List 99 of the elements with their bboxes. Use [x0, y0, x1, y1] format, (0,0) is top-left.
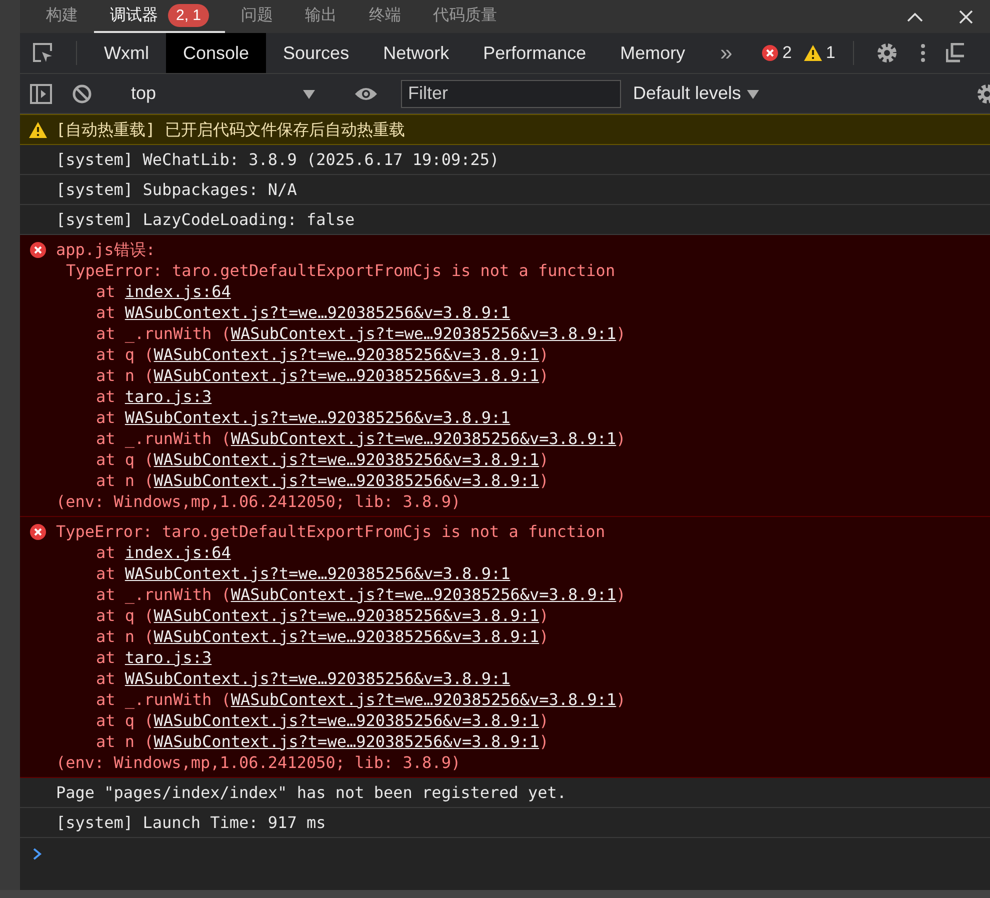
warning-icon [29, 122, 47, 138]
stack-frame-text: ) [616, 689, 626, 710]
chevron-up-icon [906, 10, 924, 22]
kebab-icon [920, 43, 926, 63]
levels-dropdown[interactable]: Default levels [621, 83, 772, 104]
close-icon [958, 8, 974, 24]
console-message: [system] LazyCodeLoading: false [56, 209, 355, 230]
gear-icon [876, 42, 898, 64]
stack-frame-text: ) [539, 710, 549, 731]
context-select[interactable]: top [123, 83, 323, 104]
stack-frame-text: at [96, 668, 116, 689]
gear-icon [976, 82, 990, 104]
stack-frame-text: at [96, 386, 116, 407]
panel-tab[interactable]: 终端 [353, 0, 418, 33]
console-message: TypeError: taro.getDefaultExportFromCjs is not a function [65, 260, 616, 281]
prompt-chevron-icon [32, 847, 42, 861]
stack-frame-text: ) [539, 731, 549, 752]
devtools-tab[interactable]: Sources [266, 33, 366, 73]
stack-frame-text: at q ( [96, 605, 154, 626]
console-message: app.js错误: [56, 239, 156, 260]
source-link[interactable]: WASubContext.js?t=we…920385256&v=3.8.9:1 [230, 689, 616, 710]
stack-frame-text: at _.runWith ( [96, 584, 231, 605]
source-link[interactable]: WASubContext.js?t=we…920385256&v=3.8.9:1 [154, 605, 540, 626]
panel-tab[interactable]: 代码质量 [417, 0, 514, 33]
console-message: [自动热重载] 已开启代码文件保存后自动热重载 [56, 119, 405, 140]
stack-frame-text: ) [616, 428, 626, 449]
console-message: [system] Launch Time: 917 ms [56, 812, 326, 833]
windows-icon [946, 43, 964, 63]
eye-icon [354, 86, 378, 102]
stack-frame-text: at [96, 563, 116, 584]
source-link[interactable]: taro.js:3 [124, 647, 212, 668]
source-link[interactable]: WASubContext.js?t=we…920385256&v=3.8.9:1 [154, 710, 540, 731]
stack-frame-text: at q ( [96, 344, 154, 365]
source-link[interactable]: WASubContext.js?t=we…920385256&v=3.8.9:1 [124, 668, 510, 689]
stack-frame-text: at [96, 281, 116, 302]
devtools-tab[interactable]: Console [166, 33, 266, 73]
stack-frame-text: at q ( [96, 710, 154, 731]
console-message: (env: Windows,mp,1.06.2412050; lib: 3.8.9) [56, 752, 462, 773]
error-icon [30, 524, 46, 540]
stack-frame-text: at [96, 647, 116, 668]
dropdown-arrow-icon [303, 88, 315, 98]
stack-frame-text: at n ( [96, 365, 154, 386]
stack-frame-text: at [96, 407, 116, 428]
source-link[interactable]: WASubContext.js?t=we…920385256&v=3.8.9:1 [124, 563, 510, 584]
source-link[interactable]: WASubContext.js?t=we…920385256&v=3.8.9:1 [154, 731, 540, 752]
console-message: Page "pages/index/index" has not been registered yet. [56, 782, 567, 803]
stack-frame-text: at _.runWith ( [96, 428, 231, 449]
source-link[interactable]: taro.js:3 [124, 386, 212, 407]
console-message: TypeError: taro.getDefaultExportFromCjs is not a function [56, 521, 606, 542]
console-message: [system] Subpackages: N/A [56, 179, 297, 200]
block-icon [72, 84, 92, 104]
devtools-tab[interactable]: Performance [466, 33, 604, 73]
dropdown-arrow-icon [747, 88, 760, 98]
source-link[interactable]: index.js:64 [124, 281, 231, 302]
error-icon [762, 45, 778, 61]
sidebar-icon [30, 84, 52, 104]
source-link[interactable]: WASubContext.js?t=we…920385256&v=3.8.9:1 [154, 470, 540, 491]
count-badge: 2, 1 [168, 4, 210, 27]
devtools-tab[interactable]: Memory [603, 33, 702, 73]
source-link[interactable]: WASubContext.js?t=we…920385256&v=3.8.9:1 [154, 344, 540, 365]
warning-icon [804, 45, 822, 61]
stack-frame-text: ) [616, 584, 626, 605]
panel-tab[interactable]: 输出 [289, 0, 354, 33]
error-count: 2 [782, 43, 792, 63]
stack-frame-text: at _.runWith ( [96, 689, 231, 710]
stack-frame-text: at [96, 302, 116, 323]
console-message: [system] WeChatLib: 3.8.9 (2025.6.17 19:09:25) [56, 149, 500, 170]
stack-frame-text: ) [616, 323, 626, 344]
stack-frame-text: at [96, 542, 116, 563]
stack-frame-text: at n ( [96, 470, 154, 491]
warning-count: 1 [826, 43, 836, 63]
source-link[interactable]: WASubContext.js?t=we…920385256&v=3.8.9:1 [124, 302, 510, 323]
stack-frame-text: ) [539, 470, 549, 491]
stack-frame-text: at q ( [96, 449, 154, 470]
source-link[interactable]: index.js:64 [124, 542, 231, 563]
more-tabs-button[interactable]: » [702, 33, 750, 73]
source-link[interactable]: WASubContext.js?t=we…920385256&v=3.8.9:1 [230, 428, 616, 449]
stack-frame-text: at n ( [96, 731, 154, 752]
stack-frame-text: ) [539, 605, 549, 626]
panel-tab[interactable]: 问题 [225, 0, 290, 33]
source-link[interactable]: WASubContext.js?t=we…920385256&v=3.8.9:1 [230, 323, 616, 344]
source-link[interactable]: WASubContext.js?t=we…920385256&v=3.8.9:1 [154, 626, 540, 647]
stack-frame-text: at _.runWith ( [96, 323, 231, 344]
stack-frame-text: at n ( [96, 626, 154, 647]
devtools-tab[interactable]: Wxml [87, 33, 166, 73]
console-message: (env: Windows,mp,1.06.2412050; lib: 3.8.9) [56, 491, 462, 512]
devtools-tab[interactable]: Network [366, 33, 466, 73]
stack-frame-text: ) [539, 626, 549, 647]
panel-tab[interactable]: 构建 [30, 0, 94, 33]
cursor-in-box-icon [32, 42, 54, 64]
stack-frame-text: ) [539, 344, 549, 365]
source-link[interactable]: WASubContext.js?t=we…920385256&v=3.8.9:1 [154, 365, 540, 386]
source-link[interactable]: WASubContext.js?t=we…920385256&v=3.8.9:1 [124, 407, 510, 428]
source-link[interactable]: WASubContext.js?t=we…920385256&v=3.8.9:1 [154, 449, 540, 470]
source-link[interactable]: WASubContext.js?t=we…920385256&v=3.8.9:1 [230, 584, 616, 605]
stack-frame-text: ) [539, 449, 549, 470]
stack-frame-text: ) [539, 365, 549, 386]
error-icon [30, 242, 46, 258]
filter-field[interactable]: Filter [401, 80, 621, 108]
